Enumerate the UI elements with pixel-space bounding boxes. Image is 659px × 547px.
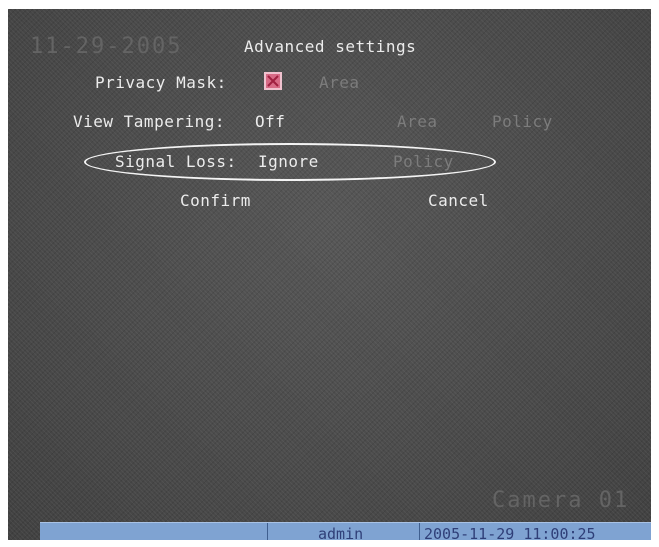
current-datetime: 2005-11-29 11:00:25 [424,525,596,540]
current-user: admin [318,525,364,540]
status-bar-segment-user: admin [268,523,420,540]
checkmark-x-icon [267,75,279,87]
confirm-button[interactable]: Confirm [180,191,251,211]
privacy-mask-label: Privacy Mask: [95,73,227,92]
view-tampering-area-button[interactable]: Area [397,112,438,132]
video-date-overlay: 11-29-2005 [30,34,183,59]
dialog-title: Advanced settings [244,37,417,56]
privacy-mask-checkbox[interactable] [264,72,282,90]
screenshot-frame: 11-29-2005 Camera 01 Advanced settings P… [0,0,659,547]
cancel-button[interactable]: Cancel [428,191,489,211]
status-bar: admin 2005-11-29 11:00:25 [40,522,651,540]
status-bar-segment-datetime: 2005-11-29 11:00:25 [420,523,651,540]
view-tampering-label: View Tampering: [73,112,225,131]
view-tampering-policy-button[interactable]: Policy [492,112,553,132]
privacy-mask-area-button[interactable]: Area [319,73,360,93]
dvr-osd-screen: 11-29-2005 Camera 01 Advanced settings P… [8,9,651,540]
video-camera-overlay: Camera 01 [492,488,630,513]
view-tampering-value[interactable]: Off [255,112,285,132]
status-bar-segment-empty [40,523,268,540]
highlight-ellipse [84,143,496,181]
